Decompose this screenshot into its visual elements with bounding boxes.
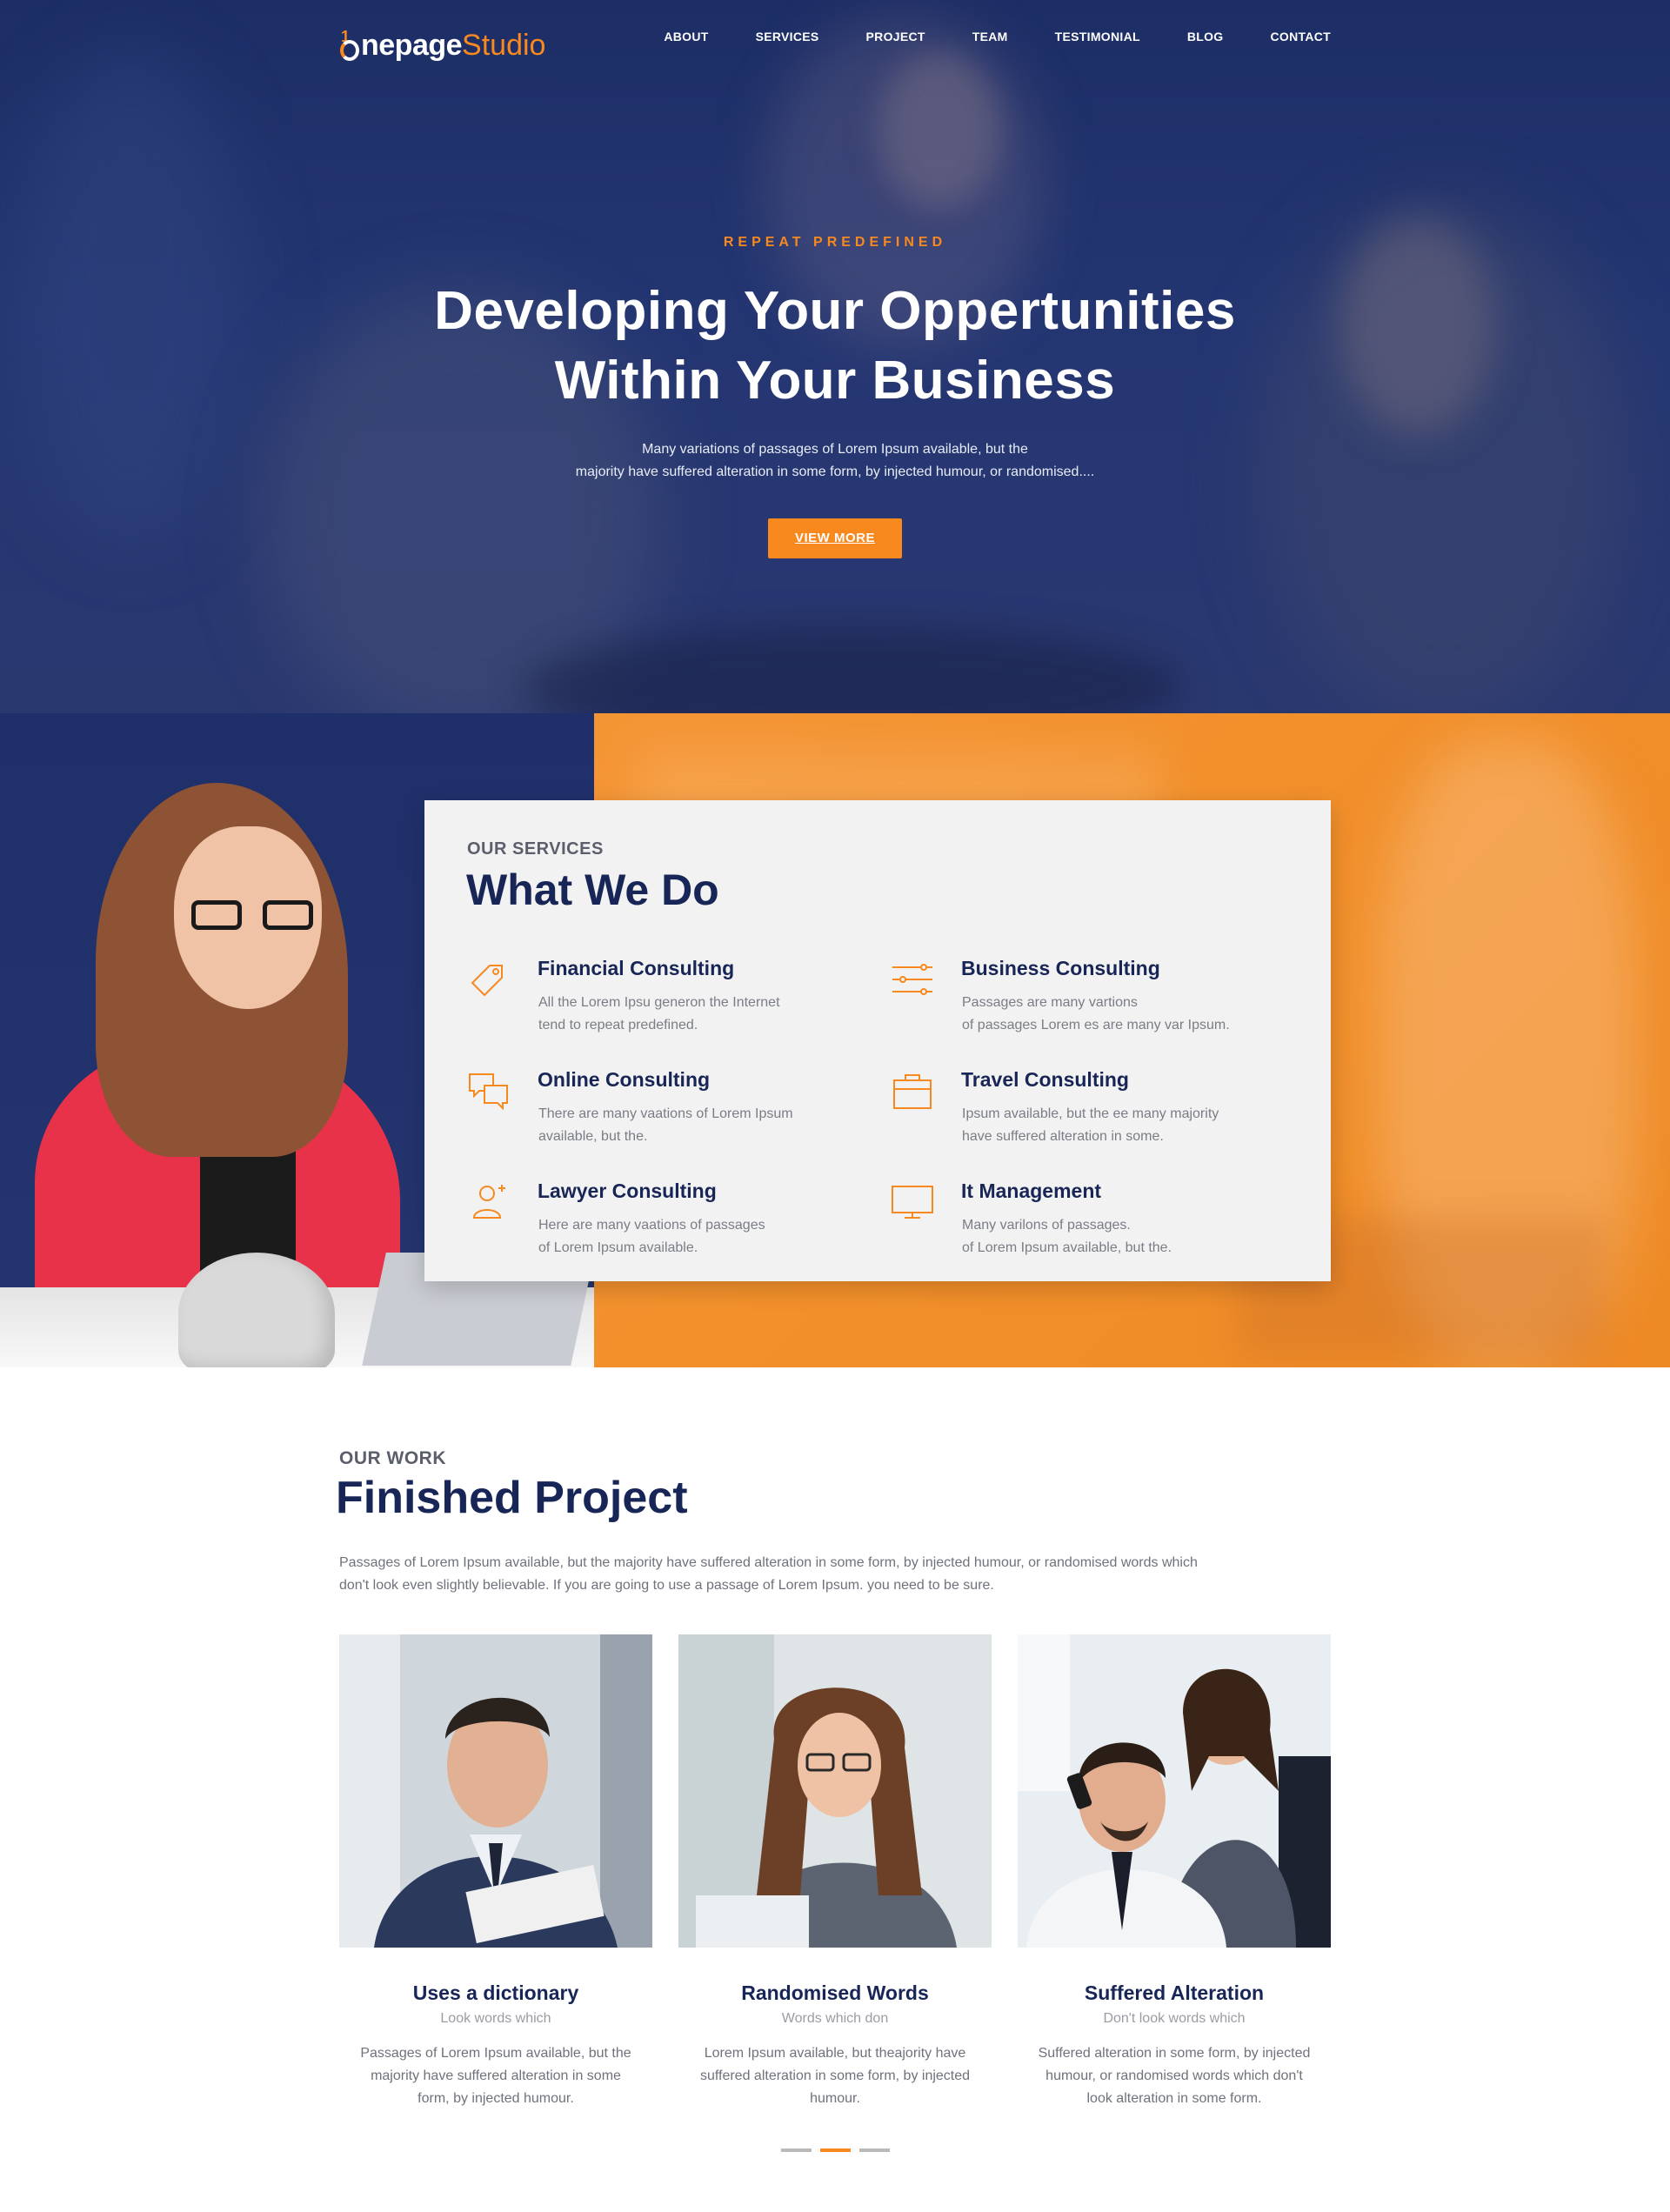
service-title: Travel Consulting xyxy=(961,1068,1129,1091)
hero-description: Many variations of passages of Lorem Ips… xyxy=(0,438,1670,484)
logo-name: nepage xyxy=(361,29,463,62)
service-description-line: tend to repeat predefined. xyxy=(538,1018,698,1032)
work-title: Finished Project xyxy=(336,1473,688,1523)
main-menu: ABOUT SERVICES PROJECT TEAM TESTIMONIAL … xyxy=(617,30,1331,43)
service-title: Lawyer Consulting xyxy=(538,1180,717,1202)
service-title: Financial Consulting xyxy=(538,957,735,979)
service-description-line: All the Lorem Ipsu generon the Internet xyxy=(538,995,780,1010)
nav-item-about[interactable]: ABOUT xyxy=(664,30,708,43)
service-description: Many varilons of passages. of Lorem Ipsu… xyxy=(962,1214,1275,1260)
project-description-line: Lorem Ipsum available, but theajority ha… xyxy=(704,2046,966,2061)
service-description-line: Passages are many vartions xyxy=(962,995,1138,1010)
chat-bubbles-icon xyxy=(469,1073,508,1111)
project-description-line: look alteration in some form. xyxy=(1086,2091,1262,2106)
service-description-line: of Lorem Ipsum available, but the. xyxy=(962,1240,1172,1255)
project-description-line: suffered alteration in some form, by inj… xyxy=(699,2068,971,2083)
nav-item-services[interactable]: SERVICES xyxy=(756,30,819,43)
service-title: Business Consulting xyxy=(961,957,1160,979)
project-title: Uses a dictionary xyxy=(412,1981,579,2004)
project-subtitle: Don't look words which xyxy=(1103,2011,1246,2026)
user-add-icon xyxy=(472,1185,505,1219)
project-card[interactable]: Uses a dictionary Look words which Passa… xyxy=(339,1634,652,2110)
nav-item-contact[interactable]: CONTACT xyxy=(1271,30,1332,43)
hero-title-line-1: Developing Your Oppertunities xyxy=(434,281,1236,341)
work-eyebrow: OUR WORK xyxy=(339,1448,446,1468)
project-description-line: humour, or randomised words which don't xyxy=(1045,2068,1303,2083)
hero-eyebrow: REPEAT PREDEFINED xyxy=(723,235,947,250)
service-title: Online Consulting xyxy=(538,1068,711,1091)
briefcase-icon xyxy=(893,1074,932,1109)
services-eyebrow: OUR SERVICES xyxy=(467,839,604,859)
price-tag-icon xyxy=(471,965,503,997)
glasses-lens xyxy=(191,900,242,930)
project-description-line: majority have suffered alteration in som… xyxy=(371,2068,621,2083)
carousel-dot-active[interactable] xyxy=(820,2149,851,2152)
service-description-line: Here are many vaations of passages xyxy=(538,1218,765,1233)
project-description: Lorem Ipsum available, but theajority ha… xyxy=(678,2042,992,2110)
top-navigation: 1 nepage Studio ABOUT SERVICES PROJECT T… xyxy=(0,0,1670,78)
services-section: OUR SERVICES What We Do Financial Consul… xyxy=(0,713,1670,1367)
nav-item-testimonial[interactable]: TESTIMONIAL xyxy=(1055,30,1140,43)
hero-description-line-1: Many variations of passages of Lorem Ips… xyxy=(642,442,1028,457)
logo-mark-icon: 1 xyxy=(339,28,360,63)
service-description-line: of Lorem Ipsum available. xyxy=(538,1240,698,1255)
project-subtitle: Look words which xyxy=(440,2011,551,2026)
glasses-lens xyxy=(263,900,313,930)
work-description-line: Passages of Lorem Ipsum available, but t… xyxy=(339,1555,1198,1570)
service-description: Passages are many vartions of passages L… xyxy=(962,992,1275,1037)
services-card: OUR SERVICES What We Do Financial Consul… xyxy=(424,800,1331,1281)
woman-reading-photo xyxy=(678,1634,992,1948)
project-description-line: Passages of Lorem Ipsum available, but t… xyxy=(360,2046,631,2061)
service-description: All the Lorem Ipsu generon the Internet … xyxy=(538,992,852,1037)
businessman-photo xyxy=(339,1634,652,1948)
logo-suffix: Studio xyxy=(462,29,546,62)
service-description-line: Ipsum available, but the ee many majorit… xyxy=(962,1106,1219,1121)
project-title: Suffered Alteration xyxy=(1084,1981,1265,2004)
service-description: There are many vaations of Lorem Ipsum a… xyxy=(538,1103,852,1148)
service-description-line: of passages Lorem es are many var Ipsum. xyxy=(962,1018,1230,1032)
project-description-line: Suffered alteration in some form, by inj… xyxy=(1038,2046,1311,2061)
service-title: It Management xyxy=(961,1180,1102,1202)
businessman-photo-art xyxy=(339,1634,652,1948)
photo-glasses xyxy=(191,900,331,935)
hero-title: Developing Your Oppertunities Within You… xyxy=(0,277,1670,416)
nav-item-blog[interactable]: BLOG xyxy=(1187,30,1224,43)
project-description: Passages of Lorem Ipsum available, but t… xyxy=(339,2042,652,2110)
project-card[interactable]: Randomised Words Words which don Lorem I… xyxy=(678,1634,992,2110)
service-description-line: available, but the. xyxy=(538,1129,648,1144)
work-description-line: don't look even slightly believable. If … xyxy=(339,1578,994,1593)
project-card[interactable]: Suffered Alteration Don't look words whi… xyxy=(1018,1634,1331,2110)
service-description-line: There are many vaations of Lorem Ipsum xyxy=(538,1106,793,1121)
service-description-line: Many varilons of passages. xyxy=(962,1218,1131,1233)
nav-item-team[interactable]: TEAM xyxy=(972,30,1008,43)
project-description-line: form, by injected humour. xyxy=(418,2091,574,2106)
monitor-icon xyxy=(892,1186,933,1219)
project-description-line: humour. xyxy=(810,2091,860,2106)
view-more-button[interactable]: VIEW MORE xyxy=(768,518,902,558)
team-on-phone-photo xyxy=(1018,1634,1331,1948)
service-description: Here are many vaations of passages of Lo… xyxy=(538,1214,852,1260)
carousel-dot[interactable] xyxy=(781,2149,812,2152)
service-description-line: have suffered alteration in some. xyxy=(962,1129,1164,1144)
team-on-phone-photo-art xyxy=(1018,1634,1331,1948)
hero-content: REPEAT PREDEFINED Developing Your Oppert… xyxy=(0,235,1670,558)
service-description: Ipsum available, but the ee many majorit… xyxy=(962,1103,1275,1148)
project-title: Randomised Words xyxy=(741,1981,929,2004)
hero-title-line-2: Within Your Business xyxy=(554,351,1116,411)
woman-reading-photo-art xyxy=(678,1634,992,1948)
carousel-pagination xyxy=(781,2149,890,2152)
hero-section: 1 nepage Studio ABOUT SERVICES PROJECT T… xyxy=(0,0,1670,713)
logo-ring xyxy=(340,40,359,61)
project-description: Suffered alteration in some form, by inj… xyxy=(1018,2042,1331,2110)
site-logo[interactable]: 1 nepage Studio xyxy=(339,19,545,63)
sliders-icon xyxy=(892,964,932,995)
nav-item-project[interactable]: PROJECT xyxy=(866,30,925,43)
hero-description-line-2: majority have suffered alteration in som… xyxy=(575,464,1095,479)
photo-mug xyxy=(178,1253,335,1367)
services-title: What We Do xyxy=(466,865,719,914)
work-description: Passages of Lorem Ipsum available, but t… xyxy=(339,1552,1339,1597)
project-subtitle: Words which don xyxy=(781,2011,889,2026)
carousel-dot[interactable] xyxy=(859,2149,890,2152)
